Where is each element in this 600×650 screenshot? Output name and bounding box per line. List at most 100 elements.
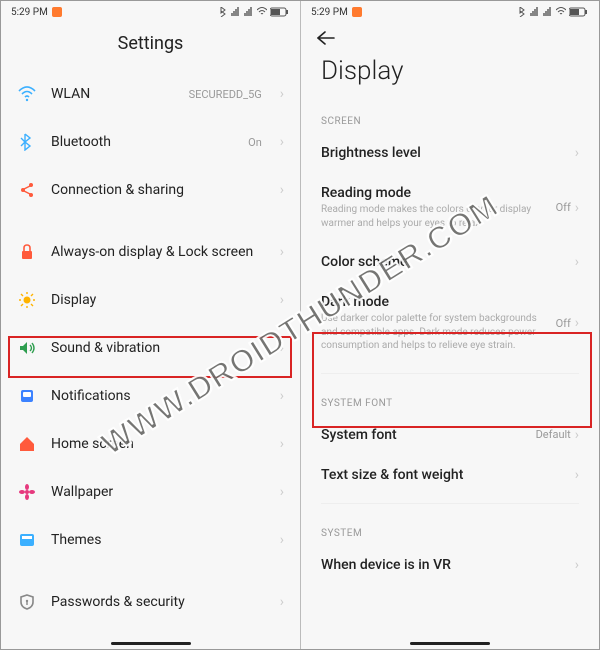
section-header: SYSTEM — [301, 512, 599, 545]
chevron-right-icon: › — [280, 594, 284, 610]
status-icons — [218, 7, 290, 17]
page-title: Display — [321, 56, 579, 86]
chevron-right-icon: › — [280, 182, 284, 198]
settings-item-label: Themes — [51, 531, 266, 549]
wifi-icon — [17, 84, 37, 104]
chevron-right-icon: › — [575, 557, 579, 573]
divider — [321, 373, 579, 374]
settings-item-display[interactable]: Display › — [1, 276, 300, 324]
settings-item-label: Connection & sharing — [51, 181, 266, 199]
settings-item-passwords[interactable]: Passwords & security › — [1, 578, 300, 626]
display-item-title: Reading mode — [321, 185, 556, 201]
bell-icon — [17, 386, 37, 406]
display-item-colorscheme[interactable]: Color scheme› — [301, 242, 599, 282]
display-item-title: Text size & font weight — [321, 467, 575, 483]
section-header: SYSTEM FONT — [301, 382, 599, 415]
settings-item-label: Always-on display & Lock screen — [51, 243, 266, 261]
lock-icon — [17, 242, 37, 262]
nav-bar-indicator — [111, 642, 191, 645]
settings-item-label: WLAN — [51, 85, 175, 103]
status-icons — [517, 7, 589, 17]
display-item-vr[interactable]: When device is in VR› — [301, 545, 599, 585]
bluetooth-status-icon — [218, 7, 228, 17]
home-icon — [17, 434, 37, 454]
wifi-status-icon — [257, 7, 267, 17]
recording-indicator-icon — [52, 7, 62, 17]
settings-list[interactable]: WLANSECUREDD_5G›BluetoothOn›Connection &… — [1, 70, 300, 649]
status-bar: 5:29 PM — [1, 1, 300, 23]
share-icon — [17, 180, 37, 200]
page-title: Settings — [17, 33, 284, 54]
settings-item-wlan[interactable]: WLAN SECUREDD_5G › — [1, 70, 300, 118]
settings-item-label: Wallpaper — [51, 483, 266, 501]
display-item-title: Brightness level — [321, 145, 575, 161]
display-item-value: Default — [536, 428, 571, 441]
chevron-right-icon: › — [280, 134, 284, 150]
theme-icon — [17, 530, 37, 550]
clock: 5:29 PM — [311, 7, 348, 18]
chevron-right-icon: › — [280, 436, 284, 452]
chevron-right-icon: › — [280, 340, 284, 356]
settings-item-notif[interactable]: Notifications › — [1, 372, 300, 420]
signal-icon-2 — [244, 7, 254, 17]
page-title-row: Settings — [1, 23, 300, 70]
display-item-reading[interactable]: Reading mode Reading mode makes the color… — [301, 173, 599, 242]
display-item-title: When device is in VR — [321, 557, 575, 573]
back-button[interactable] — [317, 29, 335, 50]
settings-item-value: On — [248, 136, 262, 149]
chevron-right-icon: › — [575, 315, 579, 331]
bt-icon — [17, 132, 37, 152]
settings-item-bluetooth[interactable]: Bluetooth On › — [1, 118, 300, 166]
settings-item-wallpaper[interactable]: Wallpaper › — [1, 468, 300, 516]
clock: 5:29 PM — [11, 7, 48, 18]
shield-icon — [17, 592, 37, 612]
settings-item-sound[interactable]: Sound & vibration › — [1, 324, 300, 372]
chevron-right-icon: › — [280, 532, 284, 548]
flower-icon — [17, 482, 37, 502]
chevron-right-icon: › — [280, 86, 284, 102]
chevron-right-icon: › — [575, 427, 579, 443]
display-pane: 5:29 PM Display SCREENBrightness level›R… — [300, 1, 599, 649]
settings-item-label: Display — [51, 291, 266, 309]
display-list[interactable]: SCREENBrightness level›Reading modeReadi… — [301, 100, 599, 649]
settings-item-value: SECUREDD_5G — [189, 88, 262, 101]
divider — [321, 503, 579, 504]
sun-icon — [17, 290, 37, 310]
settings-item-connshare[interactable]: Connection & sharing › — [1, 166, 300, 214]
settings-item-themes[interactable]: Themes › — [1, 516, 300, 564]
display-item-desc: Use darker color palette for system back… — [321, 312, 556, 353]
nav-bar-indicator — [410, 642, 490, 645]
display-item-desc: Reading mode makes the colors of your di… — [321, 203, 556, 230]
chevron-right-icon: › — [280, 292, 284, 308]
chevron-right-icon: › — [575, 254, 579, 270]
recording-indicator-icon — [352, 7, 362, 17]
vol-icon — [17, 338, 37, 358]
chevron-right-icon: › — [575, 200, 579, 216]
wifi-status-icon — [556, 7, 566, 17]
settings-item-label: Passwords & security — [51, 593, 266, 611]
display-item-title: Color scheme — [321, 254, 575, 270]
settings-item-home[interactable]: Home screen› — [1, 420, 300, 468]
settings-item-label: Sound & vibration — [51, 339, 266, 357]
display-item-textsize[interactable]: Text size & font weight› — [301, 455, 599, 495]
battery-icon — [270, 7, 290, 17]
battery-icon — [569, 7, 589, 17]
settings-item-label: Bluetooth — [51, 133, 234, 151]
display-item-darkmode[interactable]: Dark mode Use darker color palette for sy… — [301, 282, 599, 365]
display-item-title: Dark mode — [321, 294, 556, 310]
settings-item-aod[interactable]: Always-on display & Lock screen › — [1, 228, 300, 276]
chevron-right-icon: › — [280, 484, 284, 500]
display-item-sysfont[interactable]: System fontDefault › — [301, 415, 599, 455]
chevron-right-icon: › — [575, 145, 579, 161]
settings-item-label: Notifications — [51, 387, 266, 405]
signal-icon-2 — [543, 7, 553, 17]
display-item-value: Off — [556, 201, 571, 214]
display-item-value: Off — [556, 317, 571, 330]
chevron-right-icon: › — [280, 244, 284, 260]
chevron-right-icon: › — [280, 388, 284, 404]
display-item-title: System font — [321, 427, 536, 443]
arrow-left-icon — [317, 31, 335, 45]
bluetooth-status-icon — [517, 7, 527, 17]
display-item-brightness[interactable]: Brightness level› — [301, 133, 599, 173]
chevron-right-icon: › — [575, 467, 579, 483]
